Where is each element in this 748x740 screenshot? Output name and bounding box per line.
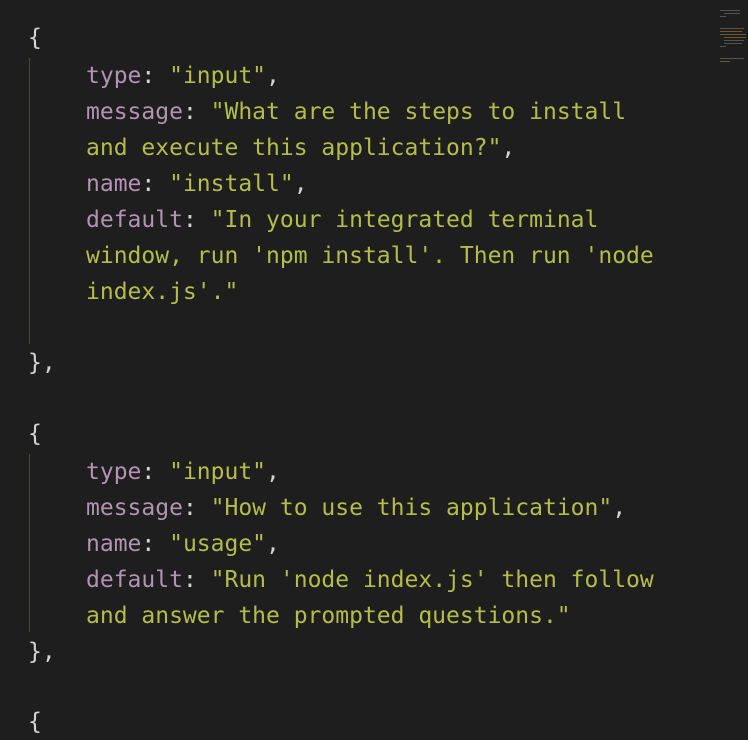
string-value: "install" xyxy=(169,171,294,197)
property-key: type xyxy=(86,63,142,89)
minimap[interactable] xyxy=(720,0,748,90)
comma: , xyxy=(266,63,280,89)
string-value: "How to use this application" xyxy=(210,495,613,521)
colon: : xyxy=(141,459,170,485)
string-value: "usage" xyxy=(169,531,267,557)
code-line: name: "install", xyxy=(86,166,308,202)
string-value: "Run 'node index.js' then follow xyxy=(210,567,654,593)
code-line-continuation: index.js'." xyxy=(86,274,238,310)
minimap-line xyxy=(720,61,730,62)
colon: : xyxy=(182,495,211,521)
code-line: name: "usage", xyxy=(86,526,280,562)
code-line: message: "How to use this application", xyxy=(86,490,626,526)
property-key: default xyxy=(86,207,183,233)
minimap-line xyxy=(720,16,726,17)
colon: : xyxy=(182,567,211,593)
comma: , xyxy=(266,459,280,485)
close-brace: }, xyxy=(28,639,56,665)
string-value: and answer the prompted questions." xyxy=(86,603,571,629)
code-line: default: "In your integrated terminal xyxy=(86,202,598,238)
colon: : xyxy=(182,99,211,125)
code-editor[interactable]: { type: "input", message: "What are the … xyxy=(0,0,748,735)
property-key: message xyxy=(86,495,183,521)
colon: : xyxy=(141,171,170,197)
colon: : xyxy=(141,63,170,89)
open-brace: { xyxy=(28,25,42,51)
code-line: type: "input", xyxy=(86,58,280,94)
code-line-continuation: and answer the prompted questions." xyxy=(86,598,571,634)
open-brace: { xyxy=(28,709,42,735)
minimap-line xyxy=(720,34,746,35)
minimap-line xyxy=(720,46,726,47)
string-value: "What are the steps to install xyxy=(210,99,627,125)
indent-guide xyxy=(29,58,30,344)
property-key: default xyxy=(86,567,183,593)
colon: : xyxy=(141,531,170,557)
string-value: index.js'." xyxy=(86,279,239,305)
minimap-line xyxy=(724,40,744,41)
code-line: default: "Run 'node index.js' then follo… xyxy=(86,562,654,598)
minimap-line xyxy=(724,13,740,14)
minimap-line xyxy=(720,10,740,11)
minimap-line xyxy=(720,58,744,59)
code-line-continuation: window, run 'npm install'. Then run 'nod… xyxy=(86,238,654,274)
string-value: window, run 'npm install'. Then run 'nod… xyxy=(86,243,654,269)
property-key: message xyxy=(86,99,183,125)
comma: , xyxy=(612,495,627,521)
minimap-line xyxy=(724,43,742,44)
colon: : xyxy=(182,207,211,233)
string-value: "In your integrated terminal xyxy=(210,207,599,233)
comma: , xyxy=(293,171,308,197)
close-brace: }, xyxy=(28,350,56,376)
comma: , xyxy=(266,531,280,557)
code-line: message: "What are the steps to install xyxy=(86,94,626,130)
code-line-continuation: and execute this application?", xyxy=(86,130,515,166)
property-key: name xyxy=(86,171,142,197)
minimap-line xyxy=(720,31,742,32)
code-line: type: "input", xyxy=(86,454,280,490)
comma: , xyxy=(501,135,516,161)
property-key: name xyxy=(86,531,142,557)
open-brace: { xyxy=(28,421,42,447)
minimap-line xyxy=(724,37,746,38)
string-value: "input" xyxy=(169,459,267,485)
string-value: and execute this application?" xyxy=(86,135,502,161)
indent-guide xyxy=(29,454,30,632)
string-value: "input" xyxy=(169,63,267,89)
minimap-line xyxy=(720,28,744,29)
property-key: type xyxy=(86,459,142,485)
